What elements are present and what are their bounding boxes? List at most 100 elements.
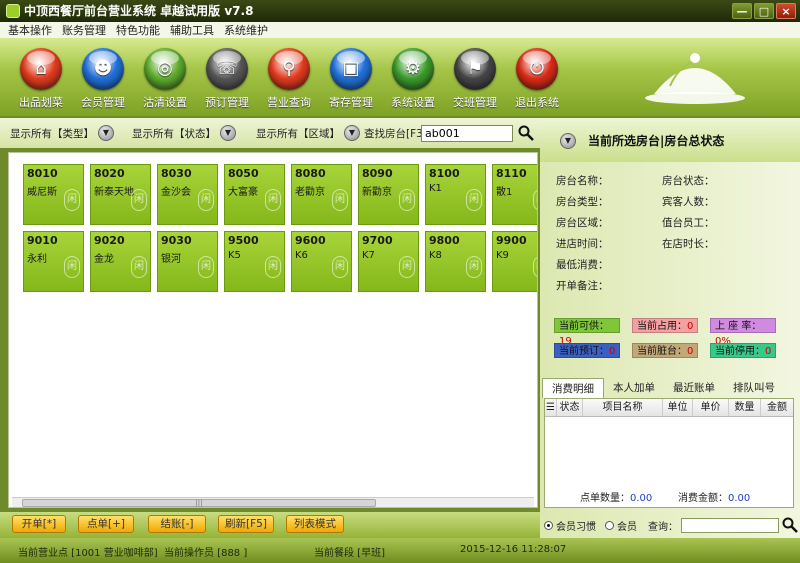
- totals-row: 点单数量： 0.00 消费金额： 0.00: [544, 490, 794, 508]
- action-button-0[interactable]: 开单[*]: [12, 515, 66, 533]
- member-radio[interactable]: [605, 520, 614, 530]
- room-name: 散1: [496, 187, 513, 198]
- toolbar-button-1[interactable]: ☻ 会员管理: [74, 48, 132, 110]
- status-count-label: 上 座 率：: [715, 321, 762, 332]
- room-tile[interactable]: 9500 K5 闲: [224, 231, 285, 292]
- member-options: 会员习惯 会员 查询：: [544, 516, 798, 534]
- room-watermark-icon: 闲: [265, 256, 281, 278]
- action-button-2[interactable]: 结账[-]: [148, 515, 206, 533]
- chevron-down-icon[interactable]: ▼: [220, 125, 236, 141]
- tab-queue[interactable]: 排队叫号: [724, 378, 784, 398]
- room-watermark-icon: 闲: [533, 189, 537, 211]
- toolbar-button-0[interactable]: ⌂ 出品划菜: [12, 48, 70, 110]
- room-tile[interactable]: 8030 金沙会闲: [157, 164, 218, 225]
- tab-my-additions[interactable]: 本人加单: [604, 378, 664, 398]
- tab-recent-bills[interactable]: 最近账单: [664, 378, 724, 398]
- room-tile[interactable]: 9900 K9 闲: [492, 231, 537, 292]
- menu-accounts[interactable]: 账务管理: [62, 22, 106, 38]
- query-label: 查询：: [648, 521, 678, 533]
- room-tile[interactable]: 8100 K1 闲: [425, 164, 486, 225]
- room-tile[interactable]: 9020 金龙 闲: [90, 231, 151, 292]
- toolbar-glyph: ⌂: [35, 58, 47, 79]
- scrollbar-thumb[interactable]: |||: [22, 499, 376, 507]
- state-filter[interactable]: 显示所有【状态】 ▼: [132, 125, 236, 141]
- menu-maintenance[interactable]: 系统维护: [224, 22, 268, 38]
- area-filter[interactable]: 显示所有【区域】 ▼: [256, 125, 360, 141]
- toolbar-glyph: ⚙: [404, 58, 422, 79]
- room-tile[interactable]: 9010 永利 闲: [23, 231, 84, 292]
- menu-basic-ops[interactable]: 基本操作: [8, 22, 52, 38]
- plate-icon: ◎: [144, 48, 186, 90]
- toolbar-button-4[interactable]: ⚲ 营业查询: [260, 48, 318, 110]
- menu-bar: 基本操作 账务管理 特色功能 辅助工具 系统维护: [0, 22, 800, 38]
- room-tile[interactable]: 9600 K6 闲: [291, 231, 352, 292]
- status-count-label: 当前脏台：: [637, 346, 687, 357]
- search-label: 查找房台[F3]: [364, 128, 427, 140]
- col-amount: 金额: [767, 402, 787, 413]
- room-watermark-icon: 闲: [466, 189, 482, 211]
- chevron-down-icon[interactable]: ▼: [344, 125, 360, 141]
- info-label: 最低消费：: [556, 259, 609, 271]
- info-label: 在店时长：: [662, 238, 715, 250]
- toolbar-glyph: ☏: [215, 58, 239, 79]
- row-menu-icon[interactable]: ☰: [545, 399, 557, 416]
- action-button-3[interactable]: 刷新[F5]: [218, 515, 274, 533]
- table-header: ☰ 状态 项目名称 单位 单价 数量 金额: [545, 399, 793, 417]
- room-name: 永利: [27, 254, 47, 265]
- room-tile[interactable]: 8080 老勸京闲: [291, 164, 352, 225]
- type-filter[interactable]: 显示所有【类型】 ▼: [10, 125, 114, 141]
- room-name: 老勸京: [295, 187, 325, 198]
- search-icon[interactable]: [518, 125, 534, 141]
- room-number: 8090: [362, 167, 393, 180]
- room-tile[interactable]: 9030 银河 闲: [157, 231, 218, 292]
- toolbar-button-6[interactable]: ⚙ 系统设置: [384, 48, 442, 110]
- room-tile[interactable]: 9700 K7 闲: [358, 231, 419, 292]
- toolbar-button-8[interactable]: ⏻ 退出系统: [508, 48, 566, 110]
- room-tile[interactable]: 8050 大富豪闲: [224, 164, 285, 225]
- room-tile[interactable]: 8090 新勸京闲: [358, 164, 419, 225]
- query-input[interactable]: [681, 517, 779, 533]
- panel-header: ▼ 当前所选房台|房台总状态: [540, 118, 800, 162]
- member-habit-label: 会员习惯: [556, 521, 596, 533]
- chevron-down-icon[interactable]: ▼: [98, 125, 114, 141]
- room-tile[interactable]: 8020 新泰天地闲: [90, 164, 151, 225]
- toolbar-button-5[interactable]: ▣ 寄存管理: [322, 48, 380, 110]
- action-bar: 开单[*] 点单[+] 结账[-] 刷新[F5] 列表模式: [0, 512, 540, 538]
- toolbar-glyph: ☻: [93, 58, 113, 79]
- area-filter-label: 显示所有【区域】: [256, 127, 340, 140]
- chevron-down-icon[interactable]: ▼: [560, 133, 576, 149]
- menu-features[interactable]: 特色功能: [116, 22, 160, 38]
- room-number: 8030: [161, 167, 192, 180]
- tab-consumption[interactable]: 消费明细: [542, 378, 604, 398]
- toolbar-button-2[interactable]: ◎ 沽清设置: [136, 48, 194, 110]
- phone-icon: ☏: [206, 48, 248, 90]
- menu-tools[interactable]: 辅助工具: [170, 22, 214, 38]
- maximize-button[interactable]: □: [754, 3, 774, 19]
- room-tile[interactable]: 8110 散1 闲: [492, 164, 537, 225]
- toolbar-button-3[interactable]: ☏ 预订管理: [198, 48, 256, 110]
- room-number: 9600: [295, 234, 326, 247]
- member-habit-radio[interactable]: [544, 520, 553, 530]
- toolbar-button-label: 寄存管理: [329, 96, 373, 109]
- horizontal-scrollbar[interactable]: |||: [12, 497, 534, 507]
- toolbar-button-7[interactable]: ⚑ 交班管理: [446, 48, 504, 110]
- toolbar-button-label: 出品划菜: [19, 96, 63, 109]
- search-input[interactable]: [421, 125, 513, 142]
- status-count-label: 当前占用：: [637, 321, 687, 332]
- room-tile[interactable]: 9800 K8 闲: [425, 231, 486, 292]
- room-grid: 8010 威尼斯闲 8020 新泰天地闲 8030 金沙会闲 8050 大富豪闲 8080 老勸京…: [8, 152, 538, 508]
- room-number: 8100: [429, 167, 460, 180]
- room-tile[interactable]: 8010 威尼斯闲: [23, 164, 84, 225]
- action-button-4[interactable]: 列表模式: [286, 515, 344, 533]
- search-icon[interactable]: [782, 517, 798, 533]
- col-price: 单价: [693, 399, 729, 416]
- toolbar-button-label: 沽清设置: [143, 96, 187, 109]
- filter-bar: 显示所有【类型】 ▼ 显示所有【状态】 ▼ 显示所有【区域】 ▼ 查找房台[F3…: [0, 118, 540, 148]
- room-number: 9030: [161, 234, 192, 247]
- toolbar-button-label: 预订管理: [205, 96, 249, 109]
- action-button-1[interactable]: 点单[+]: [78, 515, 134, 533]
- status-count: 当前停用：0: [710, 343, 776, 358]
- room-number: 8080: [295, 167, 326, 180]
- close-button[interactable]: ×: [776, 3, 796, 19]
- minimize-button[interactable]: —: [732, 3, 752, 19]
